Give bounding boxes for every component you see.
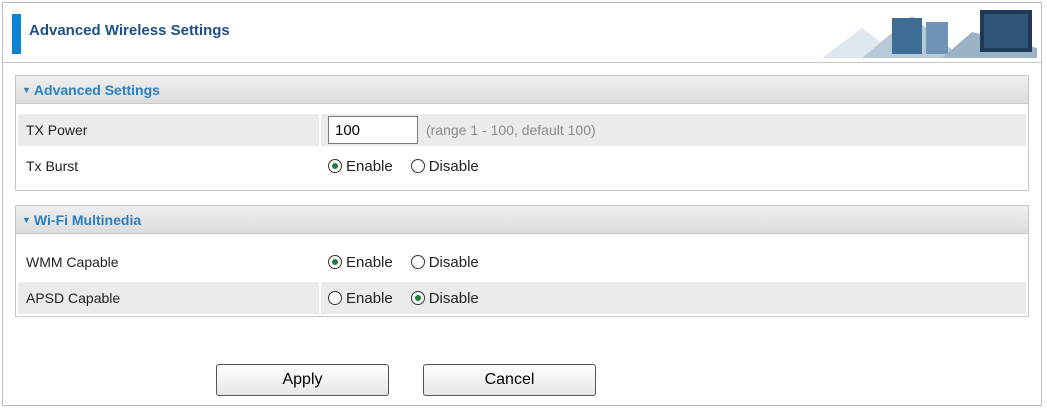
- tx-burst-enable-label: Enable: [346, 157, 393, 175]
- apply-button[interactable]: Apply: [216, 364, 389, 396]
- cancel-button[interactable]: Cancel: [423, 364, 596, 396]
- wmm-enable-option[interactable]: Enable: [328, 254, 393, 271]
- tx-burst-disable-radio[interactable]: [410, 159, 425, 173]
- tx-burst-disable-label: Disable: [428, 157, 479, 175]
- wifi-multimedia-section: ▼ Wi-Fi Multinedia WMM Capable Enable Di…: [15, 205, 1029, 317]
- caret-down-icon: ▼: [22, 214, 31, 225]
- tx-power-hint: (range 1 - 100, default 100): [426, 122, 596, 138]
- wmm-disable-option[interactable]: Disable: [410, 253, 479, 271]
- tx-burst-row: Tx Burst Enable Disable: [16, 148, 1028, 184]
- apsd-disable-radio[interactable]: [410, 291, 425, 305]
- title-accent-bar: [12, 14, 21, 54]
- page-frame: Advanced Wireless Settings: [2, 2, 1042, 406]
- wifi-multimedia-header[interactable]: ▼ Wi-Fi Multinedia: [16, 206, 1028, 234]
- tx-power-input[interactable]: [328, 116, 418, 144]
- apsd-disable-label: Disable: [428, 289, 479, 307]
- title-bar: Advanced Wireless Settings: [3, 3, 1041, 63]
- tx-power-row: TX Power (range 1 - 100, default 100): [16, 112, 1028, 148]
- apsd-capable-label: APSD Capable: [26, 290, 121, 306]
- advanced-settings-title: Advanced Settings: [33, 81, 160, 98]
- apsd-enable-option[interactable]: Enable: [328, 290, 393, 307]
- wmm-enable-label: Enable: [346, 253, 393, 271]
- page-title: Advanced Wireless Settings: [29, 22, 230, 39]
- apsd-enable-radio[interactable]: [328, 291, 342, 305]
- tx-power-label: TX Power: [26, 122, 88, 138]
- caret-down-icon: ▼: [22, 84, 31, 95]
- apsd-capable-row: APSD Capable Enable Disable: [16, 280, 1028, 316]
- tx-burst-enable-option[interactable]: Enable: [328, 158, 393, 175]
- wmm-capable-label: WMM Capable: [26, 254, 119, 270]
- wifi-multimedia-title: Wi-Fi Multinedia: [33, 211, 142, 228]
- office-banner-image: [822, 8, 1037, 58]
- tx-burst-label: Tx Burst: [26, 158, 79, 174]
- wmm-disable-radio[interactable]: [410, 255, 425, 269]
- advanced-settings-header[interactable]: ▼ Advanced Settings: [16, 76, 1028, 104]
- apsd-enable-label: Enable: [346, 289, 393, 307]
- apsd-disable-option[interactable]: Disable: [410, 289, 479, 307]
- tx-burst-disable-option[interactable]: Disable: [410, 157, 479, 175]
- tx-burst-enable-radio[interactable]: [328, 159, 342, 173]
- wmm-disable-label: Disable: [428, 253, 479, 271]
- wmm-enable-radio[interactable]: [328, 255, 342, 269]
- wmm-capable-row: WMM Capable Enable Disable: [16, 244, 1028, 280]
- advanced-settings-section: ▼ Advanced Settings TX Power (range 1 - …: [15, 75, 1029, 191]
